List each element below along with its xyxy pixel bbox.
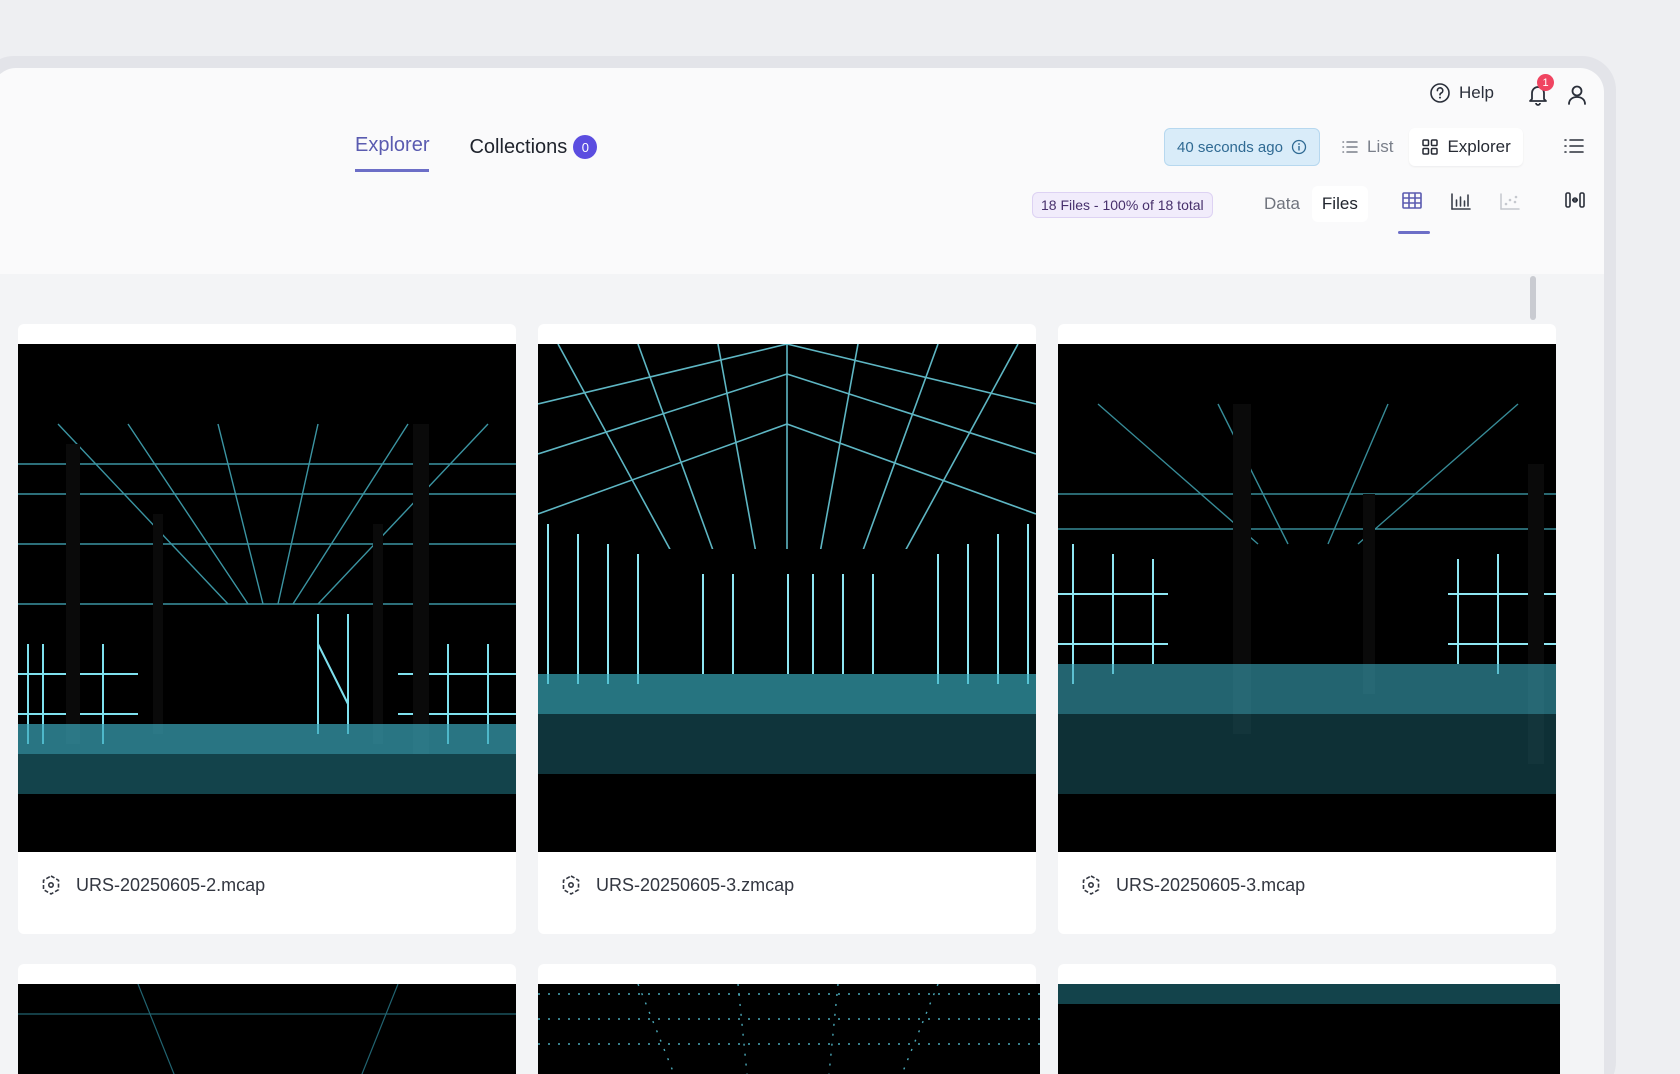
pointcloud-thumbnail [538, 344, 1036, 852]
file-card[interactable]: URS-20250605-3.zmcap [538, 324, 1036, 934]
file-card[interactable] [18, 964, 516, 1074]
rosbag-file-icon [1082, 875, 1100, 895]
column-settings-button[interactable] [1563, 188, 1587, 212]
file-name: URS-20250605-3.mcap [1116, 874, 1306, 895]
file-caption: URS-20250605-3.mcap [1080, 874, 1305, 896]
last-updated-label: 40 seconds ago [1177, 138, 1283, 156]
app-window: Help 1 Explorer Collections 0 40 seconds… [0, 56, 1616, 1074]
rosbag-file-icon [562, 875, 580, 895]
pointcloud-thumbnail [18, 344, 516, 852]
outline-menu-button[interactable] [1563, 135, 1585, 157]
list-menu-icon [1564, 139, 1584, 153]
tab-collections-label: Collections [469, 135, 568, 158]
sliders-icon [1565, 192, 1585, 208]
collections-count-badge: 0 [573, 135, 598, 159]
help-button[interactable]: Help [1429, 82, 1494, 104]
file-name: URS-20250605-2.mcap [76, 874, 266, 895]
files-summary-label: 18 Files - 100% of 18 total [1041, 197, 1204, 213]
scatter-view-button[interactable] [1497, 188, 1525, 216]
tab-collections[interactable]: Collections 0 [469, 134, 598, 172]
data-files-toggle: Data Files [1254, 186, 1368, 222]
table-icon [1402, 192, 1422, 209]
file-card[interactable] [538, 964, 1040, 1074]
help-label: Help [1459, 83, 1494, 102]
tab-explorer-label: Explorer [355, 134, 430, 156]
file-grid: URS-20250605-2.mcap URS-20250605-3.zmcap… [0, 274, 1604, 1074]
table-view-active-indicator [1398, 231, 1430, 234]
rosbag-file-icon [42, 875, 60, 895]
explorer-view-label: Explorer [1447, 137, 1511, 156]
bar-chart-icon [1451, 193, 1471, 210]
table-view-button[interactable] [1399, 188, 1427, 216]
info-icon [1291, 139, 1307, 155]
pointcloud-thumbnail [1058, 344, 1556, 852]
file-name: URS-20250605-3.zmcap [596, 874, 795, 895]
explorer-view-button[interactable]: Explorer [1409, 128, 1523, 166]
vertical-scrollbar[interactable] [1530, 276, 1536, 320]
top-bar: Help 1 [0, 68, 1604, 128]
scatter-icon [1500, 193, 1520, 210]
file-caption: URS-20250605-3.zmcap [560, 874, 794, 896]
list-icon [1342, 141, 1358, 153]
user-icon [1568, 85, 1586, 105]
grid-icon [1422, 139, 1439, 155]
view-toggle: List Explorer [1329, 128, 1523, 166]
list-view-button[interactable]: List [1329, 128, 1405, 166]
files-mode-button[interactable]: Files [1311, 186, 1368, 222]
file-card[interactable]: URS-20250605-2.mcap [18, 324, 516, 934]
tab-bar: Explorer Collections 0 [355, 134, 598, 172]
help-icon [1430, 83, 1450, 103]
file-card[interactable]: URS-20250605-3.mcap [1058, 324, 1556, 934]
file-caption: URS-20250605-2.mcap [40, 874, 265, 896]
pointcloud-thumbnail [18, 984, 516, 1074]
data-mode-label: Data [1264, 194, 1300, 213]
tab-explorer[interactable]: Explorer [355, 134, 430, 172]
pointcloud-thumbnail [538, 984, 1040, 1074]
app-main: Help 1 Explorer Collections 0 40 seconds… [0, 68, 1604, 1074]
list-view-label: List [1367, 137, 1394, 156]
user-profile-button[interactable] [1564, 82, 1592, 110]
file-card[interactable] [1058, 964, 1560, 1074]
notifications-button[interactable]: 1 [1525, 74, 1554, 110]
notification-badge: 1 [1537, 74, 1554, 91]
pointcloud-thumbnail [1058, 984, 1560, 1074]
files-summary-badge[interactable]: 18 Files - 100% of 18 total [1032, 192, 1213, 218]
files-mode-label: Files [1321, 194, 1358, 213]
last-updated-pill[interactable]: 40 seconds ago [1164, 128, 1320, 166]
data-mode-button[interactable]: Data [1254, 186, 1310, 222]
chart-view-button[interactable] [1448, 188, 1476, 216]
